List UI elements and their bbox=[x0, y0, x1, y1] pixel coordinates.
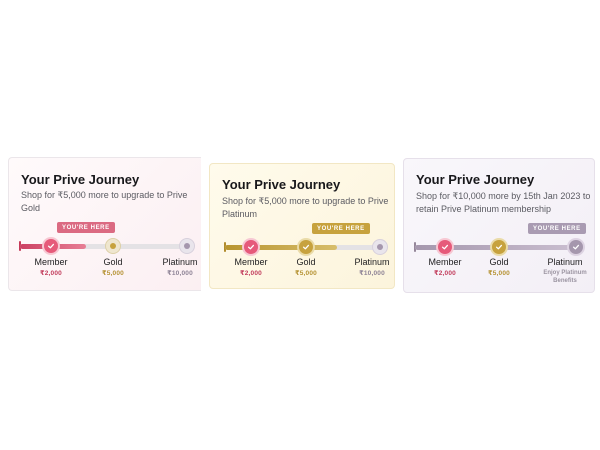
tier-price: ₹5,000 bbox=[488, 270, 510, 277]
check-icon bbox=[302, 244, 310, 250]
check-icon bbox=[247, 244, 255, 250]
member-node bbox=[438, 240, 452, 254]
card-subtitle: Shop for ₹5,000 more to upgrade to Prive… bbox=[21, 190, 188, 213]
dot-icon bbox=[110, 243, 116, 249]
tier-benefit-note: Enjoy Platinum Benefits bbox=[543, 270, 587, 284]
tier-gold: Gold ₹5,000 bbox=[276, 257, 336, 277]
youre-here-badge: YOU'RE HERE bbox=[312, 223, 370, 234]
tier-name: Platinum bbox=[162, 257, 198, 267]
tier-name: Platinum bbox=[354, 257, 390, 267]
tier-price: ₹2,000 bbox=[240, 270, 262, 277]
check-icon bbox=[47, 243, 55, 249]
card-title: Your Prive Journey bbox=[21, 172, 140, 187]
card-title: Your Prive Journey bbox=[416, 172, 535, 187]
member-node bbox=[244, 240, 258, 254]
dot-icon bbox=[377, 244, 383, 250]
tier-member: Member ₹2,000 bbox=[21, 257, 81, 277]
gold-node bbox=[492, 240, 506, 254]
card-subtitle: Shop for ₹10,000 more by 15th Jan 2023 t… bbox=[416, 191, 591, 214]
tier-price: ₹2,000 bbox=[434, 270, 456, 277]
tier-name: Platinum bbox=[547, 257, 583, 267]
gold-node bbox=[299, 240, 313, 254]
gold-node bbox=[106, 239, 120, 253]
tier-price: ₹5,000 bbox=[102, 270, 124, 277]
tier-gold: Gold ₹5,000 bbox=[469, 257, 529, 277]
platinum-node bbox=[373, 240, 387, 254]
tier-price: ₹2,000 bbox=[40, 270, 62, 277]
prive-journey-card-gold: Your Prive Journey Shop for ₹5,000 more … bbox=[209, 163, 395, 289]
youre-here-badge: YOU'RE HERE bbox=[57, 222, 115, 233]
prive-journey-card-platinum: Your Prive Journey Shop for ₹10,000 more… bbox=[403, 158, 595, 293]
tier-platinum: Platinum ₹10,000 bbox=[342, 257, 394, 277]
tier-platinum: Platinum Enjoy Platinum Benefits bbox=[532, 257, 594, 285]
tier-gold: Gold ₹5,000 bbox=[83, 257, 143, 277]
platinum-node bbox=[569, 240, 583, 254]
tier-name: Member bbox=[234, 257, 268, 267]
tier-name: Member bbox=[428, 257, 462, 267]
tier-platinum: Platinum ₹10,000 bbox=[150, 257, 201, 277]
tier-price: ₹10,000 bbox=[359, 270, 385, 277]
progress-fill bbox=[225, 245, 337, 250]
dot-icon bbox=[184, 243, 190, 249]
prive-journey-card-member: Your Prive Journey Shop for ₹5,000 more … bbox=[8, 157, 201, 291]
tier-member: Member ₹2,000 bbox=[415, 257, 475, 277]
tier-member: Member ₹2,000 bbox=[221, 257, 281, 277]
tier-name: Member bbox=[34, 257, 68, 267]
check-icon bbox=[441, 244, 449, 250]
youre-here-badge: YOU'RE HERE bbox=[528, 223, 586, 234]
member-node bbox=[44, 239, 58, 253]
card-title: Your Prive Journey bbox=[222, 177, 341, 192]
tier-name: Gold bbox=[489, 257, 509, 267]
check-icon bbox=[495, 244, 503, 250]
platinum-node bbox=[180, 239, 194, 253]
tier-price: ₹10,000 bbox=[167, 270, 193, 277]
tier-name: Gold bbox=[103, 257, 123, 267]
check-icon bbox=[572, 244, 580, 250]
card-subtitle: Shop for ₹5,000 more to upgrade to Prive… bbox=[222, 196, 389, 219]
tier-name: Gold bbox=[296, 257, 316, 267]
tier-price: ₹5,000 bbox=[295, 270, 317, 277]
